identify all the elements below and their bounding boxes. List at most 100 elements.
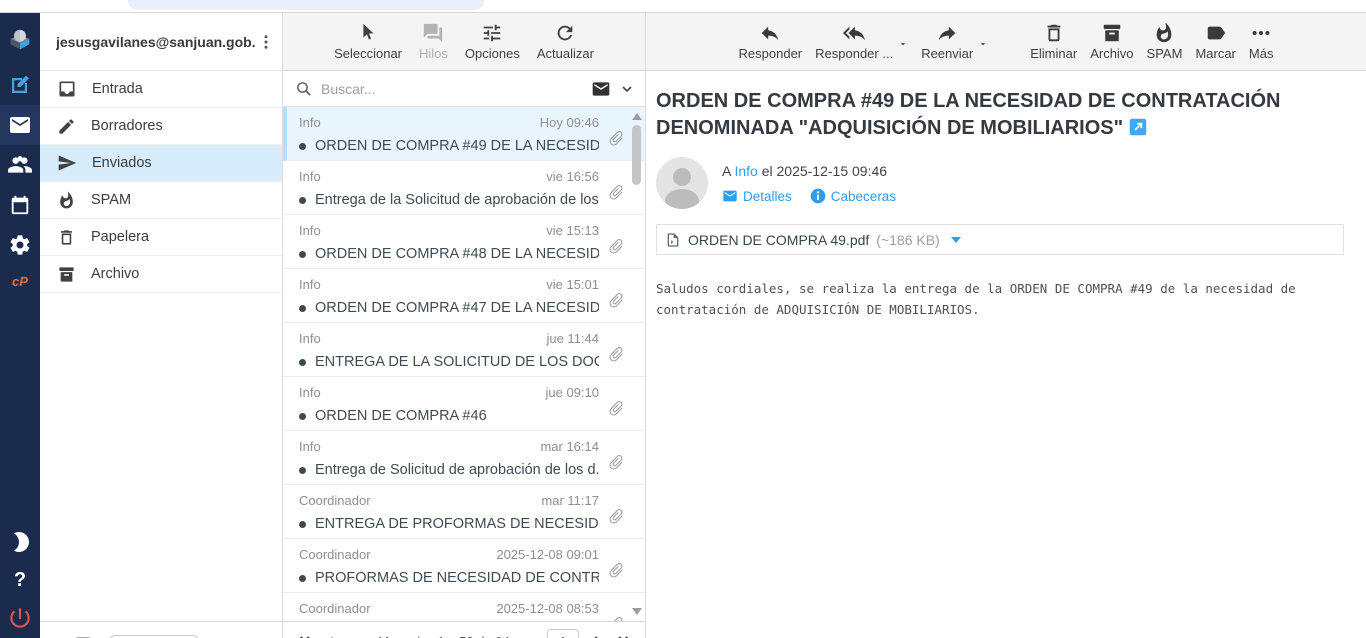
sogo-logo-icon[interactable] [0,13,40,65]
compose-icon[interactable] [0,65,40,105]
folder-item-spam[interactable]: SPAM [40,182,282,219]
headers-link[interactable]: Cabeceras [810,188,896,204]
msg-date: vie 15:13 [546,223,599,238]
logout-power-icon[interactable] [0,598,40,638]
message-subject: ORDEN DE COMPRA #49 DE LA NECESIDAD DE C… [656,88,1346,144]
folder-item-archivo[interactable]: Archivo [40,256,282,293]
scroll-up-arrow[interactable] [632,113,642,120]
tag-icon [1205,22,1227,44]
open-in-popup-icon[interactable] [1129,117,1147,144]
scroll-down-arrow[interactable] [632,608,642,615]
msg-subject: ORDEN DE COMPRA #49 DE LA NECESIDA... [315,138,599,154]
paperclip-icon [608,238,625,260]
reply-all-caret-icon[interactable] [898,36,908,54]
forward-icon [936,22,958,44]
msg-date: Hoy 09:46 [540,115,599,130]
folder-item-borradores[interactable]: Borradores [40,108,282,145]
pdf-file-icon [665,232,681,248]
select-button[interactable]: Seleccionar [334,22,402,61]
refresh-button[interactable]: Actualizar [537,22,594,61]
msg-sender: Info [299,439,321,454]
next-page-icon[interactable] [587,632,607,638]
folder-label: Borradores [91,118,163,134]
mail-toolbar: Responder Responder ... Reenviar [646,13,1366,71]
msg-date: vie 16:56 [546,169,599,184]
options-button[interactable]: Opciones [465,22,520,61]
info-icon [810,188,826,204]
list-scrollbar[interactable] [631,111,643,617]
msg-sender: Info [299,115,321,130]
envelope-icon [722,188,738,204]
contacts-icon[interactable] [0,145,40,185]
message-list-item[interactable]: Info jue 09:10 ORDEN DE COMPRA #46 [283,377,645,431]
message-list-pane: Seleccionar Hilos Opciones Actualizar [283,13,646,638]
pencil-icon [57,117,76,136]
details-link[interactable]: Detalles [722,188,792,204]
dark-mode-moon-icon[interactable] [0,522,40,562]
help-icon[interactable]: ? [0,562,40,598]
first-page-icon[interactable] [293,632,313,638]
message-body: Saludos cordiales, se realiza la entrega… [656,278,1350,320]
account-row: jesusgavilanes@sanjuan.gob.... [40,13,282,71]
trash-icon [1043,22,1065,44]
calendar-icon[interactable] [0,185,40,225]
paperclip-icon [608,184,625,206]
messages-count-summary: Mensajes 1 a 50 de 94 [349,634,539,638]
last-page-icon[interactable] [615,632,635,638]
folder-item-enviados[interactable]: Enviados [40,145,282,182]
msg-sender: Info [299,331,321,346]
unread-dot [299,575,306,582]
cursor-icon [357,22,379,44]
msg-date: 2025-12-08 08:53 [496,601,599,616]
spam-button[interactable]: SPAM [1147,22,1183,61]
attachment-bar[interactable]: ORDEN DE COMPRA 49.pdf (~186 KB) [656,224,1344,255]
message-list-item[interactable]: Info mar 16:14 Entrega de Solicitud de a… [283,431,645,485]
send-icon [57,153,77,173]
archive-button[interactable]: Archivo [1090,22,1133,61]
chevron-down-icon[interactable] [619,81,635,97]
message-list: Info Hoy 09:46 ORDEN DE COMPRA #49 DE LA… [283,107,645,621]
reply-all-button[interactable]: Responder ... [815,22,893,61]
prev-page-icon [321,632,341,638]
message-list-item[interactable]: Coordinador mar 11:17 ENTREGA DE PROFORM… [283,485,645,539]
folder-label: Papelera [91,229,149,245]
message-list-item[interactable]: Coordinador 2025-12-08 08:53 [283,593,645,621]
search-scope-mail-icon[interactable] [591,79,611,99]
msg-date: vie 15:01 [546,277,599,292]
mark-button[interactable]: Marcar [1195,22,1235,61]
message-list-item[interactable]: Info vie 16:56 Entrega de la Solicitud d… [283,161,645,215]
msg-subject: ENTREGA DE PROFORMAS DE NECESIDAD ... [315,516,599,532]
delete-button[interactable]: Eliminar [1030,22,1077,61]
search-row [283,71,645,107]
forward-button[interactable]: Reenviar [921,22,973,61]
page-number-input[interactable]: 1 [547,629,579,638]
settings-gear-icon[interactable] [0,225,40,265]
list-toolbar: Seleccionar Hilos Opciones Actualizar [283,13,645,71]
message-list-item[interactable]: Info vie 15:13 ORDEN DE COMPRA #48 DE LA… [283,215,645,269]
msg-date: jue 11:44 [546,331,599,346]
folder-item-entrada[interactable]: Entrada [40,71,282,108]
message-list-item[interactable]: Info vie 15:01 ORDEN DE COMPRA #47 DE LA… [283,269,645,323]
attachment-caret-icon[interactable] [951,237,961,243]
more-button[interactable]: Más [1249,22,1274,61]
recipient-line: A Info el 2025-12-15 09:46 [722,163,896,179]
message-list-item[interactable]: Info jue 11:44 ENTREGA DE LA SOLICITUD D… [283,323,645,377]
message-list-item[interactable]: Info Hoy 09:46 ORDEN DE COMPRA #49 DE LA… [283,107,645,161]
msg-sender: Info [299,385,321,400]
folder-item-papelera[interactable]: Papelera [40,219,282,256]
unread-dot [299,413,306,420]
reply-button[interactable]: Responder [739,22,803,61]
scrollbar-thumb[interactable] [632,125,641,185]
cpanel-icon[interactable]: cP [0,265,40,297]
more-dots-icon [1250,22,1272,44]
msg-subject: Entrega de la Solicitud de aprobación de… [315,192,599,208]
message-list-item[interactable]: Coordinador 2025-12-08 09:01 PROFORMAS D… [283,539,645,593]
mail-icon[interactable] [0,105,40,145]
attachment-name: ORDEN DE COMPRA 49.pdf [688,232,869,248]
account-menu-kebab-icon[interactable] [256,33,276,51]
recipient-link[interactable]: Info [734,163,757,179]
paperclip-icon [608,400,625,422]
forward-caret-icon[interactable] [978,36,988,54]
app-rail: cP ? [0,13,40,638]
search-input[interactable] [321,81,583,97]
